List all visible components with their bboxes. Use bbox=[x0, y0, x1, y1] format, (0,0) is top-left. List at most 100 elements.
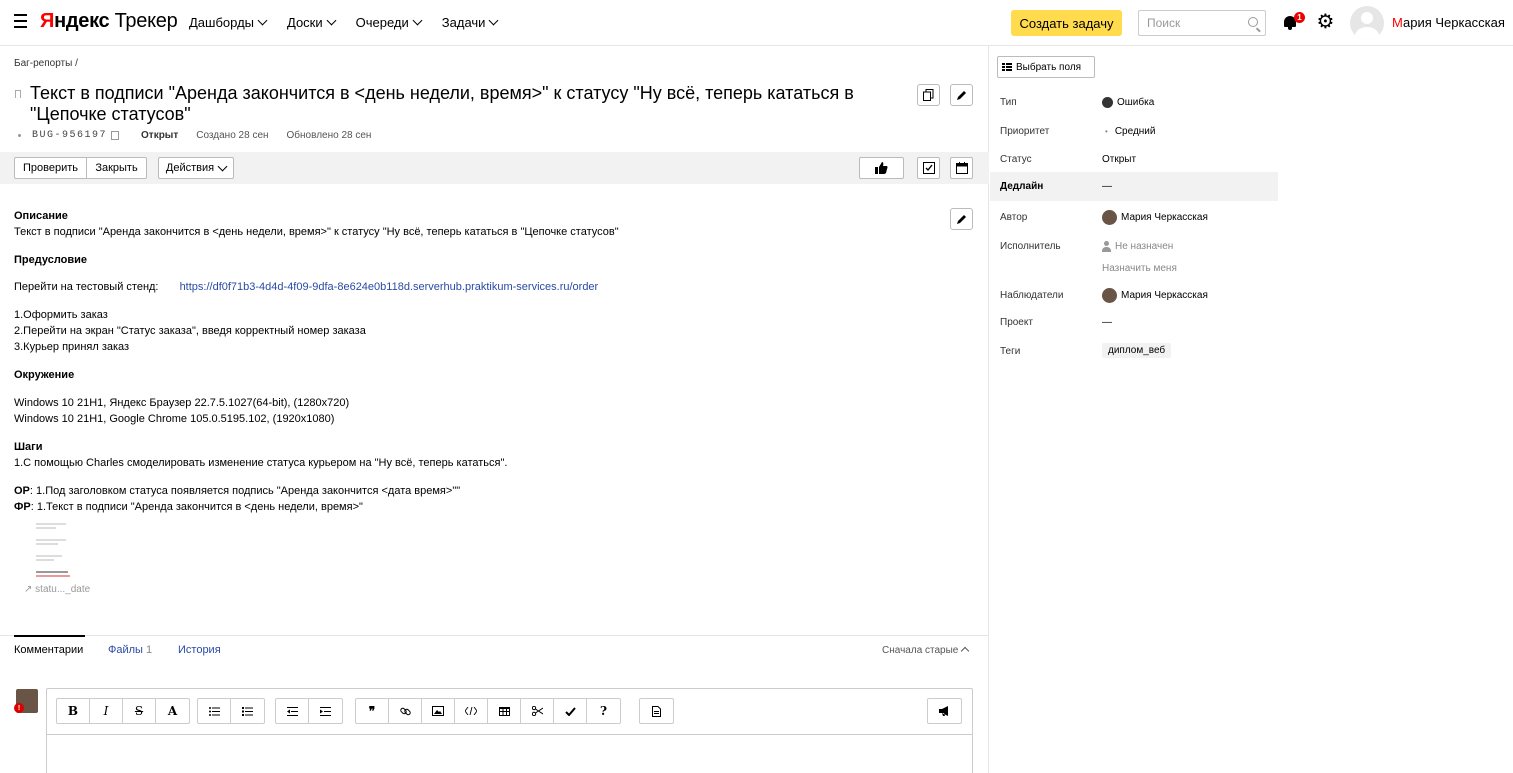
quote-button[interactable]: ❞ bbox=[356, 699, 389, 723]
avatar[interactable] bbox=[1350, 6, 1384, 40]
announce-button[interactable] bbox=[928, 699, 961, 723]
field-priority[interactable]: Приоритет • Средний bbox=[990, 117, 1278, 145]
indent-icon bbox=[320, 706, 331, 716]
chevron-down-icon bbox=[488, 15, 499, 26]
attachment-caption[interactable]: ↗ statu..._date bbox=[24, 584, 90, 595]
link-button[interactable] bbox=[389, 699, 422, 723]
chevron-up-icon bbox=[961, 646, 970, 656]
code-button[interactable] bbox=[455, 699, 488, 723]
checkmark-button[interactable] bbox=[554, 699, 587, 723]
copy-button[interactable] bbox=[917, 84, 940, 106]
chevron-down-icon bbox=[412, 15, 423, 26]
pencil-icon bbox=[957, 214, 966, 224]
fields-icon bbox=[1002, 62, 1012, 72]
close-button[interactable]: Закрыть bbox=[87, 157, 147, 179]
bullet-list-icon bbox=[208, 706, 220, 716]
nav-boards[interactable]: Доски bbox=[287, 15, 337, 30]
indent-button[interactable] bbox=[309, 699, 342, 723]
table-button[interactable] bbox=[488, 699, 521, 723]
megaphone-icon bbox=[938, 706, 948, 716]
template-button[interactable] bbox=[640, 699, 673, 723]
menu-icon[interactable] bbox=[14, 14, 27, 28]
create-task-button[interactable]: Создать задачу bbox=[1011, 10, 1122, 36]
page-title: Текст в подписи "Аренда закончится в <де… bbox=[30, 83, 854, 124]
checkbox-icon bbox=[922, 162, 935, 174]
search-icon[interactable] bbox=[1248, 17, 1258, 27]
gear-icon[interactable]: ⚙ bbox=[1316, 12, 1335, 32]
created-date: Создано 28 сен bbox=[196, 130, 269, 141]
top-header: Яндекс Трекер Дашборды Доски Очереди Зад… bbox=[0, 0, 1513, 46]
edit-title-button[interactable] bbox=[950, 84, 973, 106]
field-tags[interactable]: Теги диплом_веб bbox=[990, 337, 1278, 365]
document-icon bbox=[652, 705, 661, 717]
field-type[interactable]: Тип Ошибка bbox=[990, 88, 1278, 116]
link-icon bbox=[399, 707, 411, 715]
outdent-button[interactable] bbox=[276, 699, 309, 723]
calendar-button[interactable] bbox=[950, 157, 973, 179]
assign-me-link[interactable]: Назначить меня bbox=[990, 254, 1190, 282]
avatar bbox=[1102, 288, 1117, 303]
comment-editor[interactable]: B I S A ❞ ? bbox=[46, 688, 973, 773]
actual-result: ФР: 1.Текст в подписи "Аренда закончится… bbox=[14, 501, 363, 513]
warning-badge: ! bbox=[14, 703, 24, 713]
precondition-steps: 1.Оформить заказ 2.Перейти на экран "Ста… bbox=[14, 309, 366, 353]
italic-button[interactable]: I bbox=[90, 699, 123, 723]
user-name[interactable]: Мария Черкасская bbox=[1392, 15, 1505, 30]
nav-dashboards[interactable]: Дашборды bbox=[189, 15, 268, 30]
field-deadline[interactable]: Дедлайн — bbox=[990, 172, 1278, 201]
issue-meta: BUG-956197 Открыт Создано 28 сен Обновле… bbox=[18, 130, 371, 141]
font-button[interactable]: A bbox=[156, 699, 189, 723]
field-watchers[interactable]: Наблюдатели Мария Черкасская bbox=[990, 281, 1278, 309]
editor-toolbar: B I S A ❞ ? bbox=[47, 689, 972, 735]
tab-comments[interactable]: Комментарии bbox=[14, 644, 83, 656]
vote-button[interactable] bbox=[859, 157, 904, 179]
image-button[interactable] bbox=[422, 699, 455, 723]
issue-toolbar: Проверить Закрыть Действия bbox=[0, 152, 989, 184]
chevron-down-icon bbox=[326, 15, 337, 26]
environment-list: Windows 10 21H1, Яндекс Браузер 22.7.5.1… bbox=[14, 397, 350, 425]
environment-heading: Окружение bbox=[14, 369, 75, 381]
field-status[interactable]: Статус Открыт bbox=[990, 145, 1278, 173]
nav-queues[interactable]: Очереди bbox=[356, 15, 423, 30]
tab-history[interactable]: История bbox=[178, 644, 221, 656]
notification-badge: 1 bbox=[1294, 12, 1305, 23]
check-button[interactable]: Проверить bbox=[14, 157, 87, 179]
bookmark-icon[interactable] bbox=[15, 90, 21, 98]
select-fields-button[interactable]: Выбрать поля bbox=[997, 56, 1095, 78]
avatar bbox=[1102, 210, 1117, 225]
code-icon bbox=[465, 707, 477, 715]
priority-dot-icon: • bbox=[1105, 127, 1108, 136]
chevron-down-icon bbox=[217, 161, 228, 171]
numbered-list-icon bbox=[242, 706, 253, 716]
tab-files[interactable]: Файлы 1 bbox=[108, 644, 152, 656]
checkmark-icon bbox=[564, 706, 576, 716]
bold-button[interactable]: B bbox=[57, 699, 90, 723]
issue-key[interactable]: BUG-956197 bbox=[32, 130, 107, 141]
steps-heading: Шаги bbox=[14, 441, 43, 453]
description-heading: Описание bbox=[14, 210, 68, 222]
numbered-list-button[interactable] bbox=[231, 699, 264, 723]
copy-icon bbox=[923, 89, 934, 101]
image-icon bbox=[432, 706, 444, 716]
copy-key-icon[interactable] bbox=[111, 131, 120, 140]
main-nav: Дашборды Доски Очереди Задачи bbox=[189, 15, 499, 30]
search-input[interactable]: Поиск bbox=[1138, 10, 1266, 36]
breadcrumb[interactable]: Баг-репорты / bbox=[14, 58, 78, 69]
description-text: Текст в подписи "Аренда закончится в <де… bbox=[14, 226, 619, 238]
outdent-icon bbox=[286, 706, 298, 716]
field-author[interactable]: Автор Мария Черкасская bbox=[990, 203, 1278, 231]
logo[interactable]: Яндекс Трекер bbox=[40, 10, 178, 33]
checklist-button[interactable] bbox=[917, 157, 940, 179]
tag-chip[interactable]: диплом_веб bbox=[1102, 343, 1172, 358]
help-button[interactable]: ? bbox=[587, 699, 620, 723]
attachment-thumbnail[interactable] bbox=[30, 519, 78, 579]
actions-button[interactable]: Действия bbox=[158, 157, 234, 179]
nav-tasks[interactable]: Задачи bbox=[442, 15, 499, 30]
test-stand-link[interactable]: https://df0f71b3-4d4d-4f09-9dfa-8e624e0b… bbox=[180, 281, 599, 293]
field-project[interactable]: Проект — bbox=[990, 308, 1278, 336]
cut-button[interactable] bbox=[521, 699, 554, 723]
sort-order[interactable]: Сначала старые bbox=[882, 645, 970, 656]
strikethrough-button[interactable]: S bbox=[123, 699, 156, 723]
bullet-list-button[interactable] bbox=[198, 699, 231, 723]
chevron-down-icon bbox=[257, 15, 268, 26]
